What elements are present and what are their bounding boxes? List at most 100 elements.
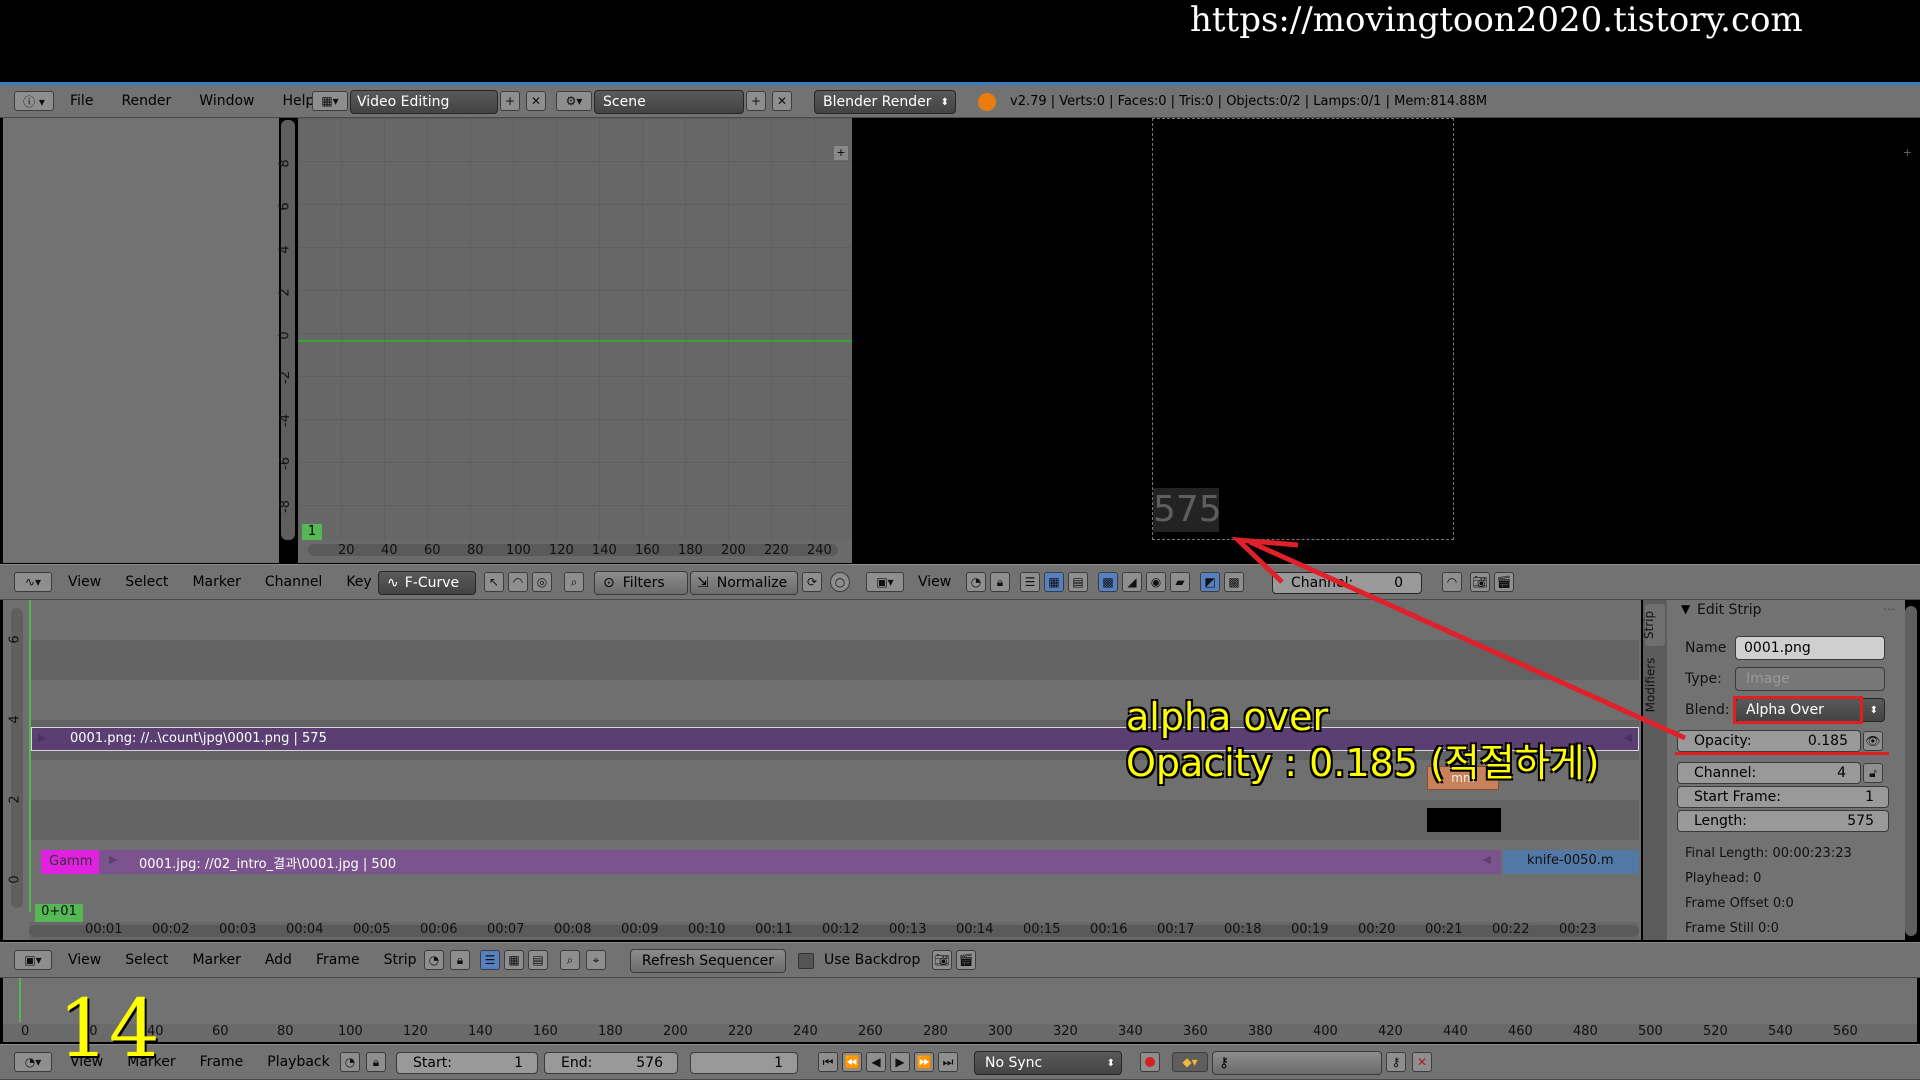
seq-menu-frame[interactable]: Frame bbox=[316, 952, 360, 968]
preview-range-icon[interactable]: ◔ bbox=[340, 1052, 360, 1072]
ghost-icon[interactable]: ◠ bbox=[508, 572, 528, 592]
strip-handle-left-icon[interactable]: ▶ bbox=[109, 853, 117, 866]
alpha-checker-icon[interactable]: ▩ bbox=[1224, 572, 1244, 592]
jump-next-key-icon[interactable]: ⏩ bbox=[914, 1052, 934, 1072]
name-field[interactable]: 0001.png bbox=[1735, 636, 1885, 660]
screen-layout-icon[interactable]: ▦▾ bbox=[312, 91, 348, 111]
preview-corner-plus-icon[interactable]: + bbox=[1903, 146, 1912, 159]
jump-end-icon[interactable]: ⏭ bbox=[938, 1052, 958, 1072]
screen-layout-field[interactable]: Video Editing bbox=[350, 90, 498, 114]
graph-menu-channel[interactable]: Channel bbox=[265, 574, 322, 590]
view-sequencer-icon[interactable]: ☰ bbox=[1020, 572, 1040, 592]
timeline-menu-frame[interactable]: Frame bbox=[200, 1054, 244, 1070]
start-frame-field[interactable]: Start: 1 bbox=[396, 1052, 538, 1074]
menu-help[interactable]: Help bbox=[282, 93, 314, 109]
seq-menu-view[interactable]: View bbox=[68, 952, 101, 968]
remove-layout-icon[interactable]: ✕ bbox=[526, 91, 546, 111]
preview-area[interactable]: 575 + bbox=[854, 118, 1920, 563]
sequencer-editor-type-icon[interactable]: ▣▾ bbox=[14, 950, 52, 970]
view-preview-icon[interactable]: ▦ bbox=[1044, 572, 1064, 592]
seq-menu-add[interactable]: Add bbox=[265, 952, 292, 968]
graph-mode-dropdown[interactable]: ∿ F-Curve bbox=[378, 571, 476, 595]
waveform-icon[interactable]: ◢ bbox=[1122, 572, 1142, 592]
search-icon[interactable]: ⌕ bbox=[564, 572, 584, 592]
current-frame-field[interactable]: 1 bbox=[690, 1052, 798, 1074]
keying-set-field[interactable]: ⚷ bbox=[1212, 1051, 1382, 1075]
opacity-slider[interactable]: Opacity: 0.185 bbox=[1677, 730, 1861, 752]
graph-menu-select[interactable]: Select bbox=[125, 574, 168, 590]
image-strip-bottom[interactable]: ▶ 0001.jpg: //02_intro_결과\0001.jpg | 500… bbox=[99, 850, 1501, 874]
graph-menu-marker[interactable]: Marker bbox=[192, 574, 240, 590]
panel-drag-icon[interactable]: ⋯ bbox=[1883, 602, 1895, 616]
info-editor-type-icon[interactable]: ⓘ ▾ bbox=[14, 91, 54, 111]
length-slider[interactable]: Length: 575 bbox=[1677, 810, 1889, 832]
seq-menu-select[interactable]: Select bbox=[125, 952, 168, 968]
gamma-strip[interactable]: Gamm bbox=[41, 850, 99, 874]
graph-plus-icon[interactable]: + bbox=[834, 146, 848, 160]
play-icon[interactable]: ▶ bbox=[890, 1052, 910, 1072]
target-icon[interactable]: ◎ bbox=[532, 572, 552, 592]
preview-menu-view[interactable]: View bbox=[918, 574, 951, 590]
seq-menu-marker[interactable]: Marker bbox=[192, 952, 240, 968]
seq-left-scrollbar[interactable] bbox=[11, 608, 23, 908]
use-backdrop-checkbox[interactable] bbox=[798, 953, 814, 969]
timeline-menu-playback[interactable]: Playback bbox=[267, 1054, 329, 1070]
menu-window[interactable]: Window bbox=[199, 93, 254, 109]
jump-prev-key-icon[interactable]: ⏪ bbox=[842, 1052, 862, 1072]
lock-icon[interactable]: 🔒︎ bbox=[450, 950, 470, 970]
graph-menu-view[interactable]: View bbox=[68, 574, 101, 590]
channel-field[interactable]: Channel: 0 bbox=[1272, 572, 1422, 594]
normalize-button[interactable]: ⇲ Normalize bbox=[690, 571, 798, 595]
graph-editor-type-icon[interactable]: ∿▾ bbox=[14, 572, 52, 592]
render-anim-icon[interactable]: 🎬︎ bbox=[956, 950, 976, 970]
settings-icon[interactable]: ○ bbox=[830, 572, 850, 592]
frame-sync-icon[interactable]: ◔ bbox=[966, 572, 986, 592]
cursor-icon[interactable]: ↖ bbox=[484, 572, 504, 592]
black-color-strip[interactable] bbox=[1427, 808, 1501, 832]
filters-button[interactable]: ⊙ Filters bbox=[594, 571, 688, 595]
menu-render[interactable]: Render bbox=[121, 93, 171, 109]
frame-sync-icon[interactable]: ◔ bbox=[424, 950, 444, 970]
eye-icon[interactable]: 👁︎ bbox=[1863, 731, 1883, 751]
strip-handle-right-icon[interactable]: ◀ bbox=[1483, 853, 1491, 866]
lock-icon[interactable]: 🔒︎ bbox=[990, 572, 1010, 592]
panel-collapse-icon[interactable]: ▼ bbox=[1681, 602, 1690, 616]
insert-key-icon[interactable]: ⚷ bbox=[1386, 1052, 1406, 1072]
graph-menu-key[interactable]: Key bbox=[346, 574, 371, 590]
scene-icon[interactable]: ⚙▾ bbox=[556, 91, 592, 111]
gizmo-icon[interactable]: ◩ bbox=[1200, 572, 1220, 592]
view-both-icon[interactable]: ▤ bbox=[528, 950, 548, 970]
unlock-icon[interactable]: 🔓︎ bbox=[1863, 763, 1883, 783]
scene-field[interactable]: Scene bbox=[594, 90, 744, 114]
menu-file[interactable]: File bbox=[70, 93, 93, 109]
view-both-icon[interactable]: ▤ bbox=[1068, 572, 1088, 592]
view-sequencer-icon[interactable]: ☰ bbox=[480, 950, 500, 970]
histogram-icon[interactable]: ▰ bbox=[1170, 572, 1190, 592]
tab-modifiers[interactable]: Modifiers bbox=[1643, 652, 1665, 720]
jump-start-icon[interactable]: ⏮ bbox=[818, 1052, 838, 1072]
record-icon[interactable] bbox=[1140, 1052, 1160, 1072]
render-still-icon[interactable]: 📷︎ bbox=[1470, 572, 1490, 592]
render-anim-icon[interactable]: 🎬︎ bbox=[1494, 572, 1514, 592]
timeline-area[interactable] bbox=[3, 978, 1917, 1026]
add-layout-icon[interactable]: + bbox=[500, 91, 520, 111]
lock-icon[interactable]: 🔒︎ bbox=[366, 1052, 386, 1072]
ghost-preview-icon[interactable]: ◠ bbox=[1442, 572, 1462, 592]
knife-strip[interactable]: knife-0050.m bbox=[1503, 850, 1639, 874]
zoom-icon[interactable]: ⌕ bbox=[560, 950, 580, 970]
zoom-selected-icon[interactable]: ⌖ bbox=[586, 950, 606, 970]
remove-scene-icon[interactable]: ✕ bbox=[772, 91, 792, 111]
sync-dropdown[interactable]: No Sync ⬍ bbox=[974, 1051, 1122, 1075]
render-still-icon[interactable]: 📷︎ bbox=[932, 950, 952, 970]
refresh-sequencer-button[interactable]: Refresh Sequencer bbox=[630, 949, 786, 973]
refresh-icon[interactable]: ⟳ bbox=[802, 572, 822, 592]
keying-set-icon[interactable]: ◆▾ bbox=[1172, 1052, 1208, 1072]
graph-editor-canvas[interactable]: + bbox=[298, 118, 852, 563]
add-scene-icon[interactable]: + bbox=[746, 91, 766, 111]
seq-current-time[interactable]: 0+01 bbox=[35, 904, 83, 922]
delete-key-icon[interactable]: ✕ bbox=[1412, 1052, 1432, 1072]
channel-slider[interactable]: Channel: 4 bbox=[1677, 762, 1861, 784]
checker-icon[interactable]: ▩ bbox=[1098, 572, 1118, 592]
view-preview-icon[interactable]: ▦ bbox=[504, 950, 524, 970]
seq-menu-strip[interactable]: Strip bbox=[384, 952, 417, 968]
